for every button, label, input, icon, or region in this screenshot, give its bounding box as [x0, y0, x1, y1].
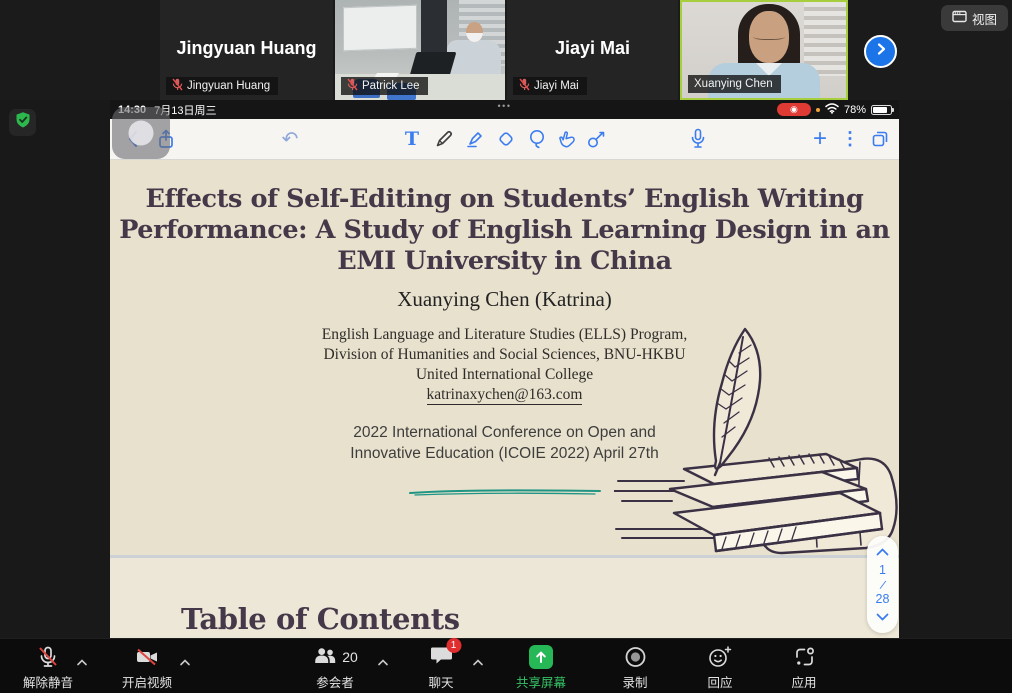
gallery-view-icon	[952, 10, 967, 26]
participant-name-label: Patrick Lee	[362, 80, 420, 92]
unmute-label: 解除静音	[23, 672, 73, 691]
video-tile-patrick-lee[interactable]: Patrick Lee	[335, 0, 505, 100]
security-badge[interactable]	[9, 109, 36, 136]
microphone-icon[interactable]	[690, 128, 706, 150]
laser-pointer-icon[interactable]	[586, 128, 608, 150]
participant-name-label: Xuanying Chen	[694, 78, 773, 90]
unmute-button[interactable]: 解除静音	[23, 644, 73, 691]
participant-name-label: Jiayi Mai	[534, 80, 579, 92]
zoom-meeting-window: Jingyuan Huang Jingyuan Huang	[0, 0, 1012, 693]
notes-app-toolbar: ↶ T + ⋮	[110, 119, 899, 160]
video-tile-xuanying-chen-active-speaker[interactable]: Xuanying Chen	[680, 0, 848, 100]
start-video-label: 开启视频	[122, 672, 172, 691]
participant-name-tag: Patrick Lee	[341, 77, 428, 95]
participants-icon	[312, 643, 338, 672]
slide-title: Effects of Self-Editing on Students’ Eng…	[110, 184, 899, 277]
wifi-icon	[825, 103, 839, 117]
participants-button[interactable]: 20 参会者	[312, 644, 358, 691]
shared-screen-ipad: 14:30 7月13日周三 ••• ◉ 78% ↶ T	[110, 100, 899, 638]
page-up-icon[interactable]	[876, 545, 889, 559]
camera-off-icon	[134, 644, 160, 670]
meeting-control-bar: 解除静音 开启视频 20 参会者 1 聊天 共享屏幕	[0, 638, 1012, 693]
participant-name-tag: Jiayi Mai	[513, 77, 587, 95]
title-line-1: Effects of Self-Editing on Students’ Eng…	[110, 184, 899, 215]
table-of-contents-heading: Table of Contents	[181, 602, 460, 636]
shield-check-icon	[14, 111, 32, 134]
muted-mic-icon	[36, 644, 60, 670]
page-down-icon[interactable]	[876, 610, 889, 624]
video-options-chevron-icon[interactable]	[180, 653, 191, 671]
participants-options-chevron-icon[interactable]	[378, 653, 389, 671]
video-tile-jingyuan-huang[interactable]: Jingyuan Huang Jingyuan Huang	[160, 0, 333, 100]
participant-name-label: Jingyuan Huang	[187, 80, 270, 92]
share-screen-button[interactable]: 共享屏幕	[516, 644, 566, 691]
undo-icon[interactable]: ↶	[282, 127, 299, 152]
screen-recording-pill[interactable]: ◉	[777, 103, 811, 116]
quill-and-books-illustration	[614, 323, 899, 555]
add-page-icon[interactable]: +	[813, 125, 827, 153]
record-icon	[623, 644, 647, 670]
text-tool-icon[interactable]: T	[405, 128, 419, 150]
chat-options-chevron-icon[interactable]	[473, 653, 484, 671]
pen-tool-icon[interactable]	[434, 129, 454, 149]
eraser-tool-icon[interactable]	[495, 128, 517, 150]
title-line-2: Performance: A Study of English Learning…	[110, 215, 899, 246]
apps-button[interactable]: 应用	[791, 644, 816, 691]
chat-label: 聊天	[428, 672, 453, 691]
participants-count: 20	[342, 649, 358, 665]
start-video-button[interactable]: 开启视频	[122, 644, 172, 691]
muted-mic-icon	[519, 78, 530, 94]
muted-mic-icon	[172, 78, 183, 94]
page-navigator: 1 / 28	[867, 536, 898, 633]
participant-name-tag: Xuanying Chen	[688, 75, 781, 93]
chevron-right-icon	[874, 42, 888, 61]
slide-author: Xuanying Chen (Katrina)	[110, 287, 899, 312]
chat-unread-badge: 1	[446, 638, 461, 653]
mic-in-use-dot	[816, 108, 820, 112]
participant-display-name: Jingyuan Huang	[160, 38, 333, 59]
current-page-number: 1	[879, 563, 886, 577]
participant-name-tag: Jingyuan Huang	[166, 77, 278, 95]
multitask-dots: •••	[498, 101, 512, 111]
chat-button[interactable]: 1 聊天	[428, 644, 453, 691]
share-screen-icon	[529, 645, 553, 669]
apps-label: 应用	[791, 672, 816, 691]
next-participants-button[interactable]	[864, 35, 897, 68]
pages-overview-icon[interactable]	[871, 130, 889, 148]
view-button-label: 视图	[972, 9, 997, 28]
record-label: 录制	[622, 672, 647, 691]
muted-mic-icon	[347, 78, 358, 94]
participant-display-name: Jiayi Mai	[507, 38, 678, 59]
battery-icon	[871, 105, 892, 115]
apps-icon	[792, 644, 816, 670]
participants-strip: Jingyuan Huang Jingyuan Huang	[0, 0, 1012, 100]
share-screen-label: 共享屏幕	[516, 672, 566, 691]
pointer-hand-icon[interactable]	[557, 129, 577, 149]
reactions-label: 回应	[707, 672, 732, 691]
reactions-smiley-icon	[707, 644, 733, 670]
highlighter-tool-icon[interactable]	[465, 129, 485, 149]
ipad-status-bar: 14:30 7月13日周三 ••• ◉ 78%	[110, 100, 899, 119]
more-options-icon[interactable]: ⋮	[841, 129, 859, 150]
title-line-3: EMI University in China	[110, 246, 899, 277]
view-button[interactable]: 视图	[941, 5, 1008, 31]
audio-options-chevron-icon[interactable]	[77, 653, 88, 671]
page-separator-slash: /	[880, 580, 885, 589]
teal-divider-line	[407, 484, 603, 502]
battery-percent: 78%	[844, 104, 866, 116]
slide-page-1: Effects of Self-Editing on Students’ Eng…	[110, 160, 899, 555]
assistive-touch-button[interactable]	[112, 107, 170, 159]
record-glyph-icon: ◉	[790, 105, 798, 114]
video-tile-jiayi-mai[interactable]: Jiayi Mai Jiayi Mai	[507, 0, 678, 100]
total-page-number: 28	[876, 592, 890, 606]
participants-label: 参会者	[316, 672, 354, 691]
email-link[interactable]: katrinaxychen@163.com	[427, 386, 583, 405]
lasso-tool-icon[interactable]	[526, 128, 548, 150]
record-button[interactable]: 录制	[622, 644, 647, 691]
slide-page-2: Table of Contents	[110, 558, 899, 638]
reactions-button[interactable]: 回应	[707, 644, 733, 691]
